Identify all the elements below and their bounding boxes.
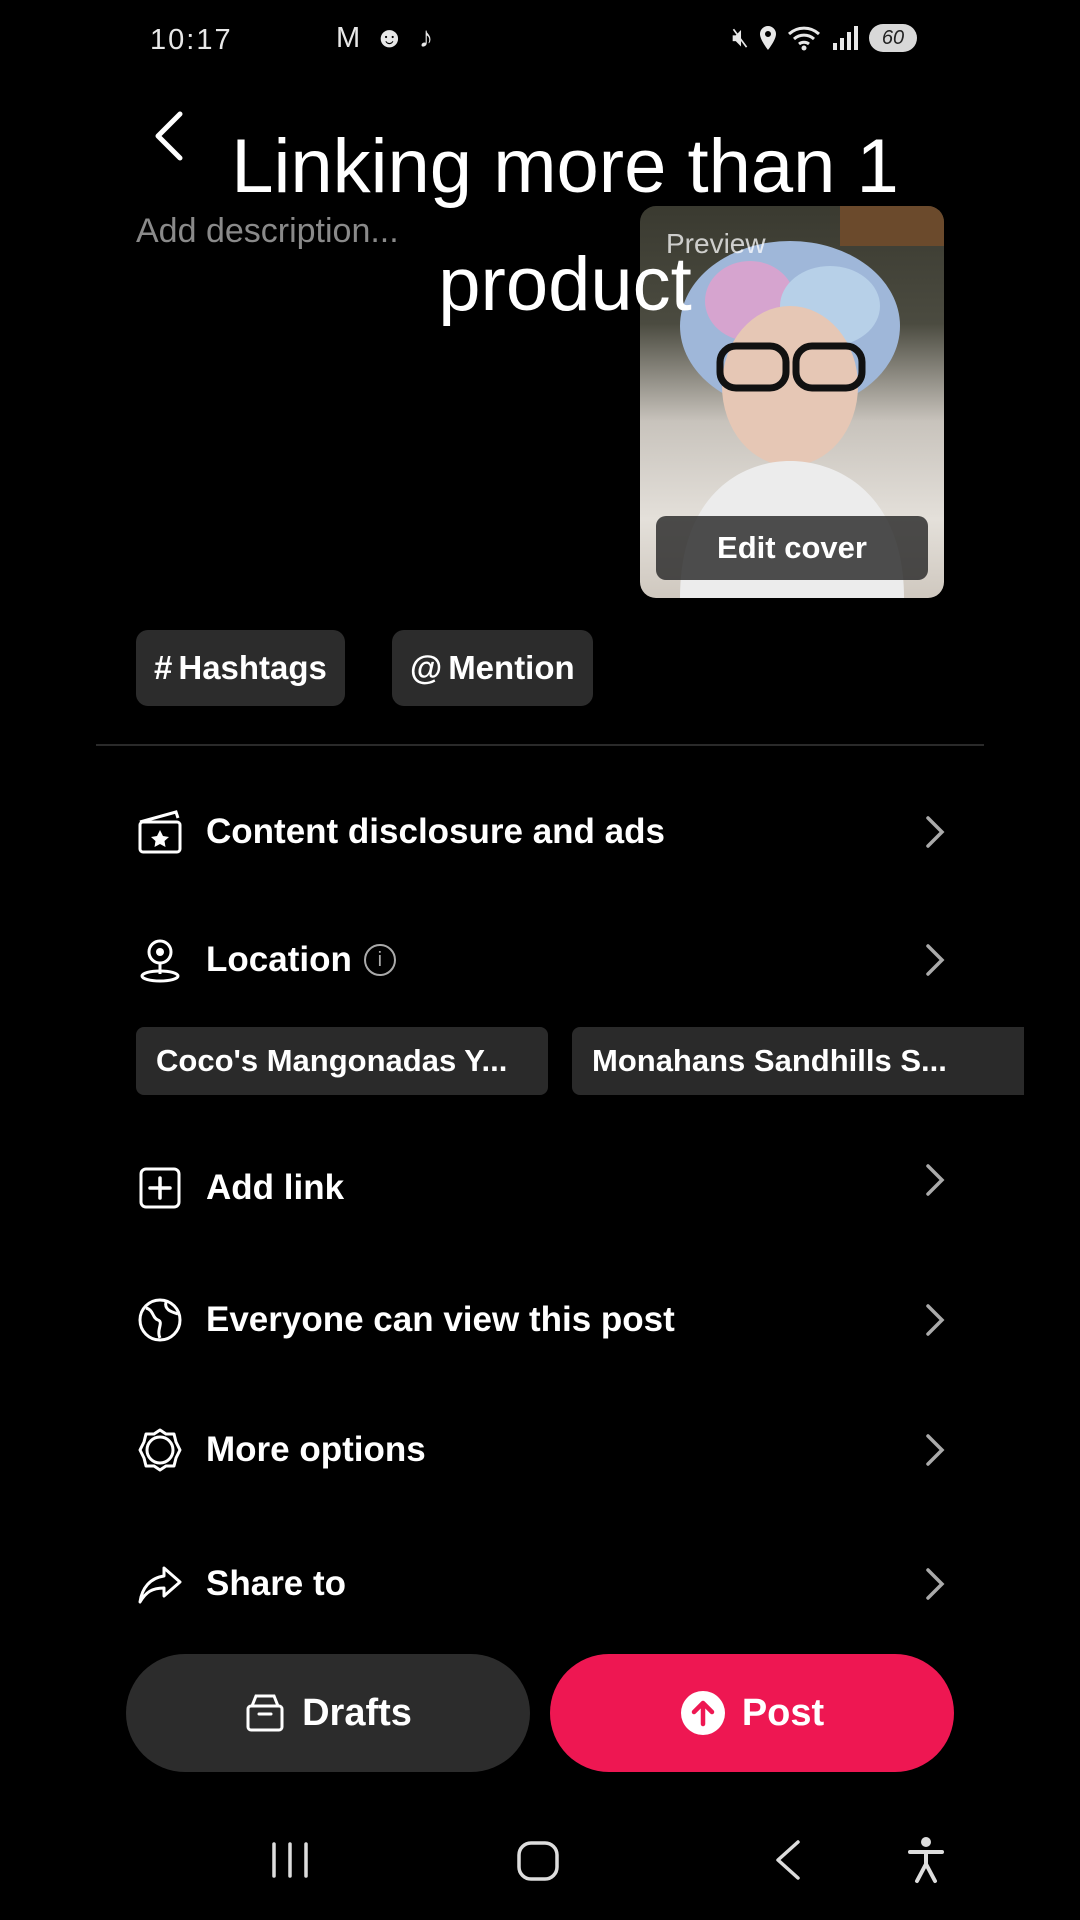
location-suggestion-chip[interactable]: Monahans Sandhills S...: [572, 1027, 1024, 1095]
clapperboard-star-icon: [138, 810, 182, 854]
battery-indicator: 60: [869, 24, 918, 52]
location-row[interactable]: Location i: [136, 920, 946, 1000]
chevron-right-icon: [926, 944, 945, 976]
divider: [96, 744, 984, 746]
info-icon[interactable]: i: [363, 944, 396, 976]
chevron-right-icon: [926, 1434, 945, 1466]
location-suggestion-chip[interactable]: Coco's Mangonadas Y...: [136, 1027, 548, 1095]
status-bar: 10:17 M ☻ ♪ 🔇︎ 60: [0, 0, 1080, 80]
hashtags-button[interactable]: # Hashtags: [136, 630, 345, 706]
hashtag-icon: #: [154, 649, 173, 686]
mention-label: Mention: [448, 649, 575, 686]
add-link-label: Add link: [206, 1168, 345, 1207]
mention-icon: @: [410, 649, 443, 686]
chevron-right-icon: [926, 1304, 945, 1336]
globe-icon: [138, 1298, 182, 1342]
share-to-row[interactable]: Share to: [136, 1544, 946, 1624]
settings-gear-icon: [138, 1428, 182, 1472]
share-to-label: Share to: [206, 1564, 347, 1603]
more-options-row[interactable]: More options: [136, 1410, 946, 1490]
discord-icon: ☻: [374, 22, 405, 54]
privacy-row[interactable]: Everyone can view this post: [136, 1280, 946, 1360]
chevron-right-icon: [926, 1568, 945, 1600]
location-icon: [760, 26, 777, 50]
upload-arrow-icon: [680, 1691, 725, 1735]
notification-icons: M ☻ ♪: [336, 22, 433, 55]
share-arrow-icon: [138, 1566, 182, 1604]
chevron-right-icon: [926, 816, 945, 848]
home-icon[interactable]: [516, 1840, 560, 1882]
signal-icon: [833, 26, 859, 50]
mention-button[interactable]: @ Mention: [392, 630, 593, 706]
drafts-box-icon: [246, 1694, 284, 1732]
add-link-row[interactable]: Add link: [136, 1148, 946, 1228]
content-disclosure-label: Content disclosure and ads: [206, 812, 665, 851]
status-time: 10:17: [150, 24, 233, 56]
mute-icon: 🔇︎: [732, 22, 750, 52]
post-label: Post: [741, 1691, 825, 1734]
edit-cover-button[interactable]: Edit cover: [656, 516, 928, 580]
system-back-icon[interactable]: [770, 1838, 806, 1882]
system-navigation-bar: [0, 1800, 1080, 1920]
more-options-label: More options: [206, 1430, 426, 1469]
location-pin-icon: [140, 939, 180, 983]
drafts-label: Drafts: [302, 1691, 412, 1734]
add-box-icon: [139, 1167, 181, 1209]
gmail-icon: M: [336, 22, 361, 54]
recent-apps-icon[interactable]: [268, 1840, 312, 1880]
tiktok-icon: ♪: [418, 22, 434, 54]
post-button[interactable]: Post: [550, 1654, 954, 1772]
video-text-overlay: Linking more than 1 product: [231, 124, 899, 327]
wifi-icon: [787, 26, 821, 51]
content-disclosure-row[interactable]: Content disclosure and ads: [136, 792, 946, 872]
privacy-label: Everyone can view this post: [206, 1300, 675, 1339]
hashtags-label: Hashtags: [178, 649, 327, 686]
accessibility-icon[interactable]: [906, 1836, 946, 1884]
chevron-right-icon: [926, 1164, 945, 1196]
location-label: Location: [206, 940, 352, 979]
system-icons: 🔇︎ 60: [732, 22, 918, 54]
drafts-button[interactable]: Drafts: [126, 1654, 530, 1772]
